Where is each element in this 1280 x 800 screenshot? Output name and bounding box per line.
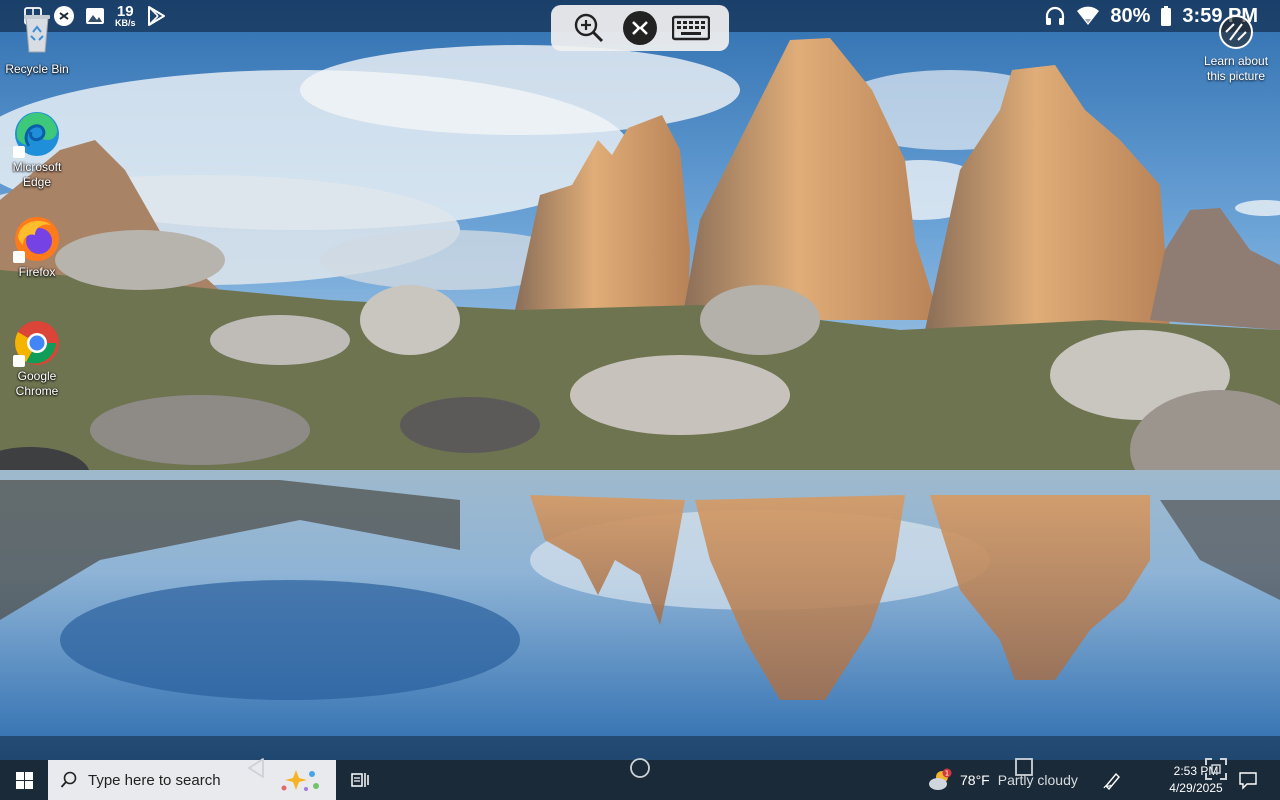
chrome-icon [13, 319, 61, 367]
nav-home-icon[interactable] [629, 757, 651, 779]
shortcut-arrow-icon [13, 146, 25, 158]
partly-cloudy-icon: 1 [928, 768, 952, 792]
remote-desktop-toolbar [551, 5, 729, 51]
keyboard-icon [672, 15, 711, 41]
play-store-icon [147, 6, 165, 26]
remote-desktop-button[interactable] [620, 10, 660, 46]
taskbar-date: 4/29/2025 [1169, 781, 1223, 795]
network-speed-value: 19 [116, 3, 134, 20]
search-placeholder: Type here to search [88, 771, 221, 789]
desktop-icon-label: Firefox [18, 265, 56, 279]
zoom-button[interactable] [569, 10, 609, 46]
taskbar-search-box[interactable]: Type here to search [48, 760, 336, 800]
battery-percent: 80% [1110, 4, 1151, 27]
windows-logo-icon [15, 771, 33, 789]
nav-recents-icon[interactable] [1014, 757, 1034, 777]
desktop-icon-label: Recycle Bin [5, 62, 69, 76]
camera-icon [1218, 14, 1254, 50]
fullscreen-icon[interactable] [1204, 757, 1228, 781]
desktop-icon-label: Microsoft Edge [12, 160, 62, 189]
pen-workspace-icon[interactable] [1102, 770, 1122, 790]
zoom-in-icon [574, 13, 603, 43]
desktop-icon-label: Google Chrome [15, 369, 59, 398]
shortcut-arrow-icon [13, 355, 25, 367]
recycle-bin-icon [13, 12, 61, 60]
weather-description: Partly cloudy [997, 772, 1078, 788]
desktop-icon-chrome[interactable]: Google Chrome [1, 319, 73, 399]
task-view-icon[interactable] [348, 768, 372, 792]
weather-temperature: 78°F [960, 772, 990, 788]
edge-icon [13, 110, 61, 158]
desktop-wallpaper [0, 0, 1280, 760]
wifi-icon [1077, 6, 1100, 25]
remote-desktop-icon [622, 11, 657, 45]
desktop-icon-edge[interactable]: Microsoft Edge [1, 110, 73, 190]
desktop-icon-recycle-bin[interactable]: Recycle Bin [1, 12, 73, 77]
gallery-icon [86, 8, 104, 24]
battery-icon [1161, 6, 1172, 26]
search-highlight-icon [281, 770, 319, 791]
firefox-icon [13, 215, 61, 263]
network-speed-unit: KB/s [115, 18, 136, 28]
keyboard-button[interactable] [671, 10, 711, 46]
notification-icon[interactable] [1238, 770, 1258, 790]
start-button[interactable] [0, 760, 48, 800]
search-icon [60, 771, 77, 788]
desktop-icon-firefox[interactable]: Firefox [1, 215, 73, 280]
learn-about-picture-label: Learn about this picture [1203, 54, 1269, 83]
shortcut-arrow-icon [13, 251, 25, 263]
headphones-icon [1046, 6, 1065, 25]
network-speed: 19 KB/s [115, 4, 136, 28]
weather-widget[interactable]: 1 78°F Partly cloudy [928, 768, 1078, 792]
learn-about-picture[interactable]: Learn about this picture [1196, 14, 1276, 84]
nav-back-icon[interactable] [245, 757, 267, 779]
weather-alert-badge: 1 [945, 770, 949, 778]
